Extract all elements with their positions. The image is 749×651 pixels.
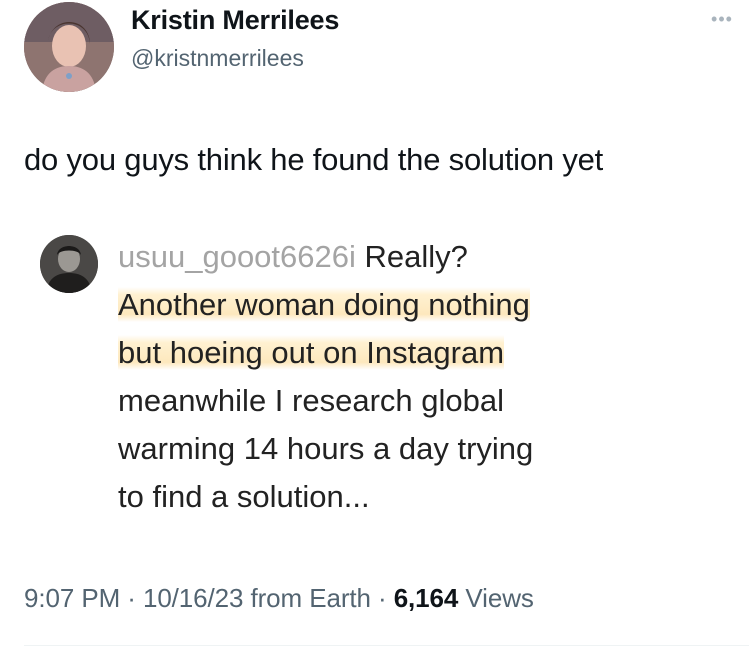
tweet-date[interactable]: 10/16/23 xyxy=(143,583,244,613)
views-count: 6,164 xyxy=(393,583,459,613)
quoted-line-4: warming 14 hours a day trying xyxy=(118,431,534,466)
meta-separator: · xyxy=(127,583,136,613)
quoted-line-3: meanwhile I research global xyxy=(118,383,504,418)
divider xyxy=(24,645,749,646)
quoted-username: usuu_gooot6626i xyxy=(118,239,356,274)
tweet-source: from Earth xyxy=(250,583,371,613)
views-label: Views xyxy=(465,583,534,613)
author-handle[interactable]: @kristnmerrilees xyxy=(131,45,304,72)
quoted-line-5: to find a solution... xyxy=(118,479,370,514)
more-horizontal-icon[interactable]: ••• xyxy=(707,10,737,28)
quoted-opening: Really? xyxy=(364,239,468,274)
author-display-name[interactable]: Kristin Merrilees xyxy=(131,5,339,36)
quoted-line-1: Another woman doing nothing xyxy=(118,287,530,322)
quoted-avatar-photo xyxy=(40,235,98,293)
tweet-text: do you guys think he found the solution … xyxy=(24,142,604,177)
tweet-meta: 9:07 PM · 10/16/23 from Earth · 6,164 Vi… xyxy=(24,583,534,614)
quoted-user-avatar xyxy=(40,235,98,293)
avatar-photo xyxy=(24,2,114,92)
meta-separator: · xyxy=(378,583,387,613)
quoted-comment: usuu_gooot6626i Really? Another woman do… xyxy=(40,233,680,523)
tweet-time[interactable]: 9:07 PM xyxy=(24,583,120,613)
quoted-line-2: but hoeing out on Instagram xyxy=(118,335,505,370)
author-avatar[interactable] xyxy=(24,2,114,92)
tweet-card: Kristin Merrilees @kristnmerrilees ••• d… xyxy=(0,0,749,651)
quoted-comment-body: usuu_gooot6626i Really? Another woman do… xyxy=(118,233,678,521)
